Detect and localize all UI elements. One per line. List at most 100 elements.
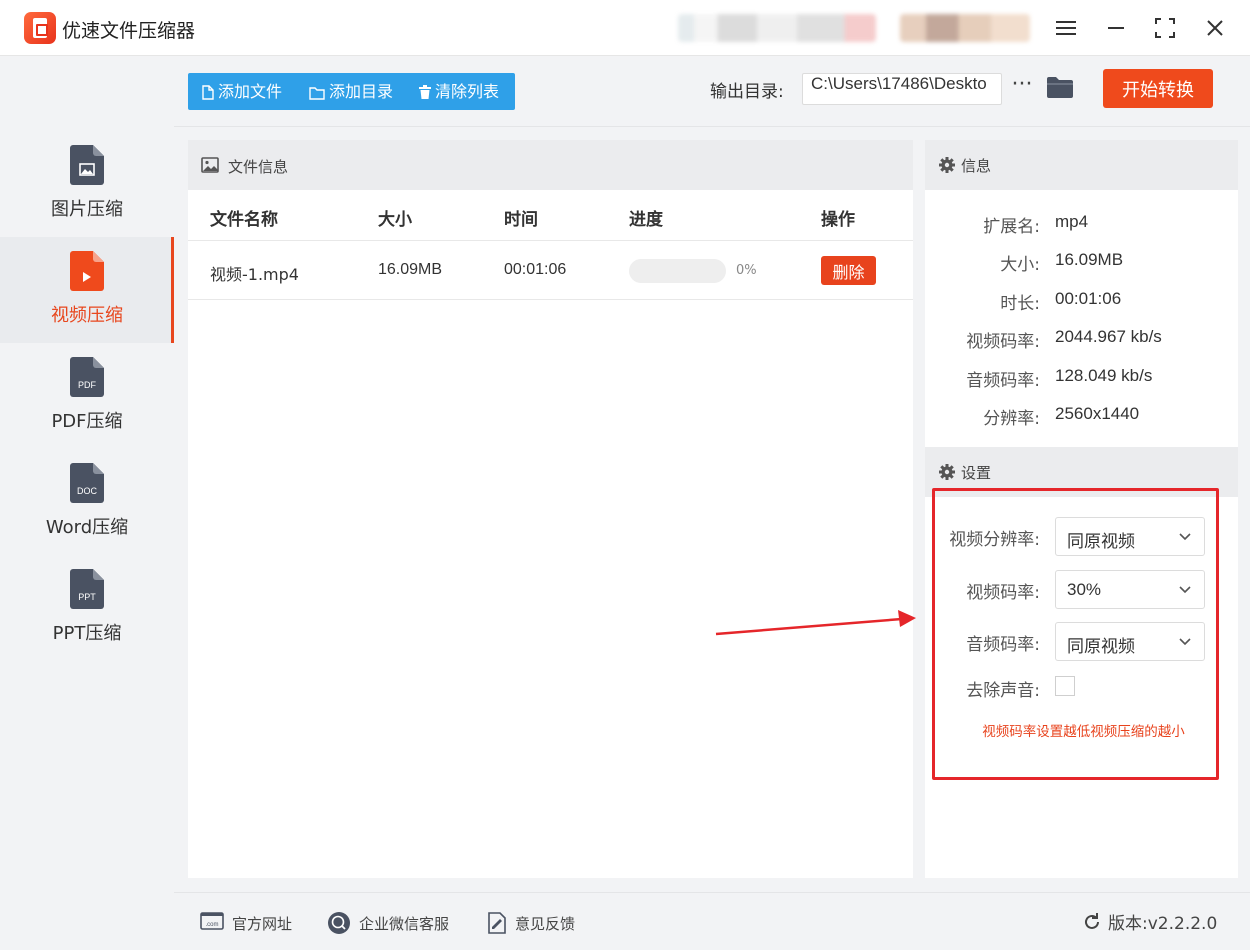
info-size-value: 16.09MB	[1055, 250, 1124, 269]
refresh-icon	[1085, 913, 1099, 929]
toolbar: 添加文件 添加目录 清除列表 输出目录: C:\Users\17486\Desk…	[174, 57, 1250, 127]
settings-panel-title: 设置	[961, 464, 992, 482]
file-list-panel: 文件信息 文件名称 大小 时间 进度 操作 视频-1.mp4 16.09MB 0…	[188, 140, 913, 878]
version-info[interactable]: 版本:v2.2.2.0	[1082, 909, 1217, 934]
add-file-button[interactable]: 添加文件	[202, 73, 282, 110]
bitrate-hint-text: 视频码率设置越低视频压缩的越小	[982, 724, 1185, 740]
chevron-down-icon	[1179, 533, 1191, 541]
website-icon: .com	[200, 912, 224, 930]
column-action-header: 操作	[821, 210, 855, 230]
video-bitrate-value: 30%	[1067, 580, 1102, 599]
remove-audio-checkbox[interactable]	[1055, 676, 1075, 696]
file-panel-title: 文件信息	[228, 158, 289, 176]
chevron-down-icon	[1179, 586, 1191, 594]
output-dir-input[interactable]: C:\Users\17486\Deskto	[802, 73, 1002, 105]
fullscreen-icon[interactable]	[1149, 12, 1181, 44]
file-size-cell: 16.09MB	[378, 261, 443, 278]
info-ext-value: mp4	[1055, 212, 1089, 231]
column-time-header: 时间	[504, 210, 538, 230]
ppt-file-icon: PPT	[70, 569, 104, 609]
sidebar-item-word[interactable]: DOC Word压缩	[0, 449, 174, 555]
info-resolution-value: 2560x1440	[1055, 404, 1140, 423]
info-duration-key: 时长:	[1000, 294, 1040, 314]
menu-icon[interactable]	[1050, 12, 1082, 44]
image-file-icon	[70, 145, 104, 185]
output-dir-label: 输出目录:	[710, 82, 784, 102]
video-file-icon	[70, 251, 104, 291]
video-resolution-label: 视频分辨率:	[949, 530, 1040, 550]
info-video-bitrate-key: 视频码率:	[966, 332, 1040, 352]
info-video-bitrate-value: 2044.967 kb/s	[1055, 327, 1162, 346]
clear-list-button[interactable]: 清除列表	[419, 73, 499, 110]
info-audio-bitrate-key: 音频码率:	[966, 371, 1040, 391]
file-name-cell: 视频-1.mp4	[210, 265, 299, 284]
sidebar: 图片压缩 视频压缩 PDF PDF压缩 DOC Word压缩 PPT PPT压缩	[0, 57, 174, 950]
info-size-key: 大小:	[1000, 255, 1040, 275]
info-ext-key: 扩展名:	[983, 217, 1040, 237]
wechat-support-link[interactable]: 企业微信客服	[327, 911, 457, 935]
sidebar-item-label: Word压缩	[45, 517, 129, 538]
delete-button[interactable]: 删除	[821, 256, 876, 285]
svg-text:DOC: DOC	[77, 486, 98, 496]
video-resolution-select[interactable]: 同原视频	[1055, 517, 1205, 556]
file-icon	[202, 85, 214, 100]
image-icon	[201, 157, 219, 173]
info-panel-title: 信息	[961, 157, 992, 175]
website-label: 官方网址	[232, 915, 293, 933]
sidebar-item-pdf[interactable]: PDF PDF压缩	[0, 343, 174, 449]
browse-more-button[interactable]: ···	[1010, 71, 1034, 101]
close-icon[interactable]	[1199, 12, 1231, 44]
start-convert-button[interactable]: 开始转换	[1103, 69, 1213, 108]
video-resolution-value: 同原视频	[1067, 532, 1135, 552]
feedback-icon	[488, 912, 506, 934]
audio-bitrate-select[interactable]: 同原视频	[1055, 622, 1205, 661]
progress-percent: 0%	[736, 263, 757, 278]
minimize-icon[interactable]	[1100, 12, 1132, 44]
folder-icon	[309, 86, 325, 100]
gear-icon	[939, 157, 955, 173]
side-info-panel: 信息 扩展名: mp4 大小: 16.09MB 时长: 00:01:06 视频码…	[925, 140, 1238, 878]
sidebar-item-label: 图片压缩	[51, 199, 123, 220]
svg-text:PPT: PPT	[78, 592, 96, 602]
info-audio-bitrate-value: 128.049 kb/s	[1055, 366, 1153, 385]
official-website-link[interactable]: .com 官方网址	[200, 911, 300, 935]
trash-icon	[419, 85, 431, 99]
sidebar-item-label: PPT压缩	[52, 623, 122, 644]
audio-bitrate-label: 音频码率:	[966, 635, 1040, 655]
chat-support-icon	[328, 912, 350, 934]
info-duration-value: 00:01:06	[1055, 289, 1122, 308]
column-size-header: 大小	[378, 210, 412, 230]
column-progress-header: 进度	[629, 210, 663, 230]
app-logo-icon	[24, 12, 56, 44]
title-bar: 优速文件压缩器	[0, 0, 1250, 56]
open-folder-icon[interactable]	[1046, 75, 1074, 99]
file-duration-cell: 00:01:06	[504, 261, 567, 278]
video-bitrate-label: 视频码率:	[966, 583, 1040, 603]
feedback-link[interactable]: 意见反馈	[487, 911, 587, 935]
sidebar-item-image[interactable]: 图片压缩	[0, 131, 174, 237]
version-label: 版本:v2.2.2.0	[1108, 914, 1218, 934]
add-folder-label: 添加目录	[329, 82, 394, 101]
gear-icon	[939, 464, 955, 480]
blurred-account-info	[678, 14, 876, 42]
svg-text:.com: .com	[205, 922, 218, 928]
column-name-header: 文件名称	[210, 210, 278, 230]
blurred-user-avatar	[900, 14, 1030, 42]
sidebar-item-label: PDF压缩	[51, 411, 123, 432]
add-file-label: 添加文件	[218, 82, 283, 101]
info-resolution-key: 分辨率:	[983, 409, 1040, 429]
wechat-label: 企业微信客服	[359, 915, 450, 933]
video-bitrate-select[interactable]: 30%	[1055, 570, 1205, 609]
add-folder-button[interactable]: 添加目录	[309, 73, 393, 110]
svg-text:PDF: PDF	[78, 380, 97, 390]
table-row[interactable]: 视频-1.mp4 16.09MB 00:01:06 0% 删除	[188, 240, 913, 300]
doc-file-icon: DOC	[70, 463, 104, 503]
settings-panel-header: 设置	[925, 447, 1238, 497]
feedback-label: 意见反馈	[515, 915, 576, 933]
progress-bar	[629, 259, 726, 283]
sidebar-item-video[interactable]: 视频压缩	[0, 237, 174, 343]
sidebar-item-ppt[interactable]: PPT PPT压缩	[0, 555, 174, 661]
footer-bar: .com 官方网址 企业微信客服 意见反馈 版本:v2.2.2.0	[174, 892, 1250, 950]
sidebar-item-label: 视频压缩	[51, 305, 123, 326]
file-action-group: 添加文件 添加目录 清除列表	[188, 73, 515, 110]
